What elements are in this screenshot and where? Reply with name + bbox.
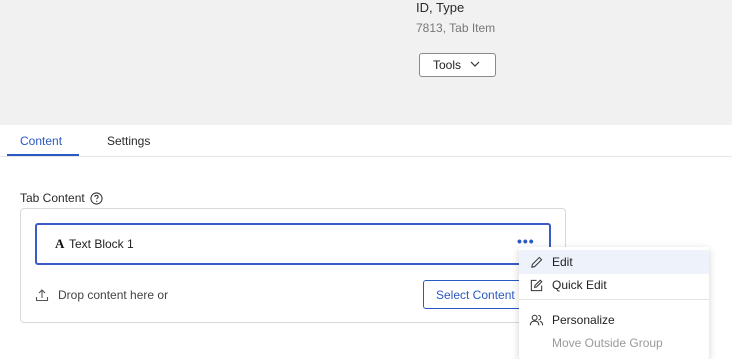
menu-divider xyxy=(519,299,709,300)
edit-square-icon xyxy=(528,277,544,293)
tab-settings[interactable]: Settings xyxy=(107,134,150,148)
active-tab-indicator xyxy=(7,154,79,156)
tools-button[interactable]: Tools xyxy=(419,53,496,77)
content-block-title: Text Block 1 xyxy=(69,237,134,251)
page: ID, Type 7813, Tab Item Tools Content Se… xyxy=(0,0,732,359)
section-label: Tab Content xyxy=(20,191,103,205)
drop-zone-text: Drop content here or xyxy=(58,288,169,302)
drop-zone: Drop content here or xyxy=(35,288,168,302)
header-band: ID, Type 7813, Tab Item Tools xyxy=(0,0,732,125)
menu-item-label: Move Outside Group xyxy=(552,336,663,350)
content-block-row[interactable]: A Text Block 1 ••• xyxy=(35,223,551,265)
menu-item-quick-edit[interactable]: Quick Edit xyxy=(519,273,709,297)
menu-item-label: Personalize xyxy=(552,313,615,327)
section-title: Tab Content xyxy=(20,191,85,205)
menu-item-edit[interactable]: Edit xyxy=(519,250,709,274)
menu-item-move-outside-group: Move Outside Group xyxy=(519,331,709,355)
context-menu: Edit Quick Edit Personalize Move Outside… xyxy=(519,247,709,359)
tools-button-label: Tools xyxy=(433,58,462,72)
meta-value: 7813, Tab Item xyxy=(416,21,496,35)
pencil-icon xyxy=(528,254,544,270)
menu-item-label: Quick Edit xyxy=(552,278,607,292)
chevron-down-icon xyxy=(470,58,480,72)
upload-icon xyxy=(35,288,49,302)
help-icon[interactable] xyxy=(90,191,103,205)
blank-icon-slot xyxy=(528,335,544,351)
tab-content[interactable]: Content xyxy=(20,134,62,148)
menu-item-personalize[interactable]: Personalize xyxy=(519,308,709,332)
menu-item-label: Edit xyxy=(552,255,573,269)
meta-label: ID, Type xyxy=(416,0,465,15)
tab-bar: Content Settings xyxy=(0,125,732,157)
users-icon xyxy=(528,312,544,328)
text-block-type-icon: A xyxy=(55,236,65,251)
